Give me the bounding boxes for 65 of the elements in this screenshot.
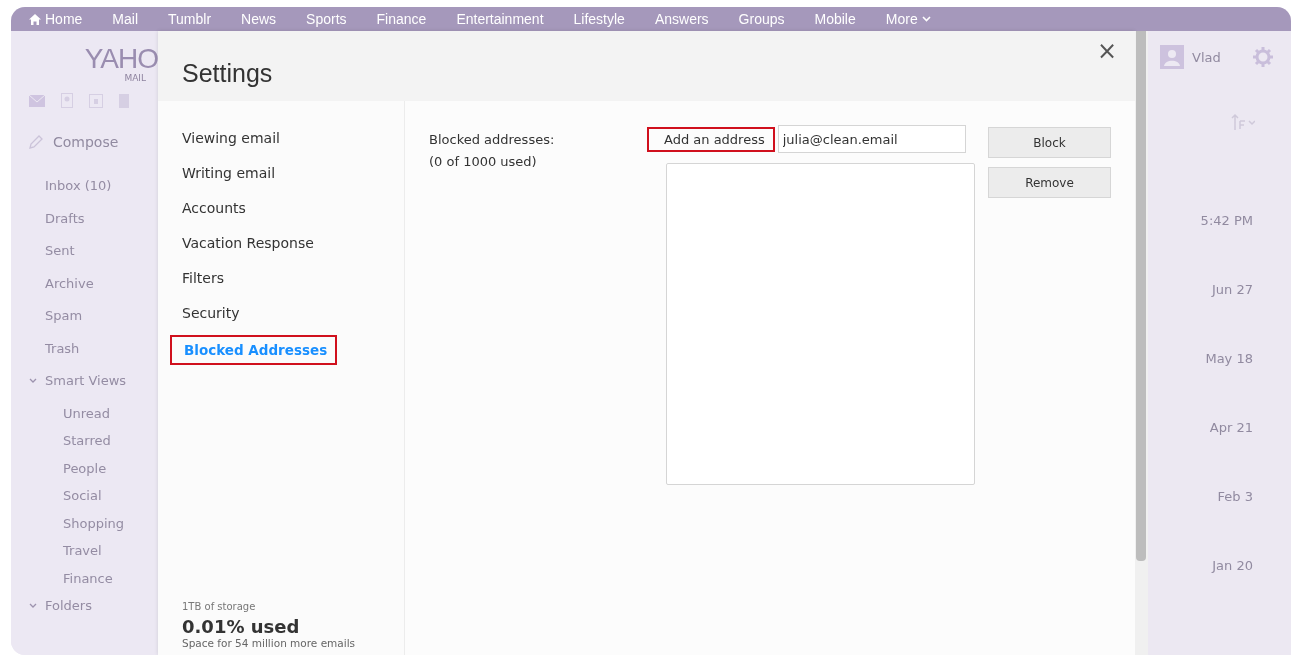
dialog-title: Settings (182, 59, 273, 88)
storage-caption: 1TB of storage (182, 601, 257, 612)
user-avatar-icon (1160, 45, 1184, 69)
folder-item[interactable]: Folders (29, 596, 158, 629)
nav-link[interactable]: News (241, 11, 277, 27)
folder-item[interactable]: Starred (29, 431, 158, 459)
nav-link[interactable]: Tumblr (168, 11, 212, 27)
storage-note: Space for 54 million more emails (182, 637, 357, 649)
settings-nav-item[interactable]: Filters (178, 265, 228, 291)
message-date: May 18 (1205, 350, 1253, 368)
settings-nav-item[interactable]: Accounts (178, 195, 250, 221)
folder-item[interactable]: Spam (29, 306, 158, 339)
folder-item[interactable]: Inbox (10) (29, 176, 158, 209)
settings-nav-item[interactable]: Writing email (178, 160, 280, 186)
message-date: Jun 27 (1212, 281, 1253, 299)
nav-link[interactable]: Mobile (814, 11, 856, 27)
nav-link[interactable]: Answers (654, 11, 709, 27)
address-input-field[interactable]: julia@clean.email (777, 125, 966, 153)
message-date: Apr 21 (1209, 419, 1253, 437)
logo-text: YAHO (84, 45, 158, 73)
add-address-label: Add an address (647, 126, 775, 152)
folder-item[interactable]: Shopping (29, 513, 158, 541)
message-date: Feb 3 (1217, 488, 1253, 506)
folder-item[interactable]: Trash (29, 338, 158, 371)
nav-link[interactable]: Lifestyle (573, 11, 625, 27)
logo-subtext: MAIL (124, 73, 146, 83)
action-button[interactable]: Remove (988, 167, 1111, 198)
folder-item[interactable]: People (29, 458, 158, 486)
envelope-icon (29, 94, 45, 107)
folder-item[interactable]: Social (29, 486, 158, 514)
message-date: Jan 20 (1212, 557, 1253, 575)
nav-link[interactable]: Mail (112, 11, 139, 27)
nav-link[interactable]: Entertainment (456, 11, 544, 27)
settings-nav-item[interactable]: Vacation Response (178, 230, 318, 256)
blocked-address-list[interactable] (666, 163, 975, 485)
folder-item[interactable]: Travel (29, 541, 158, 569)
settings-nav-item[interactable]: Viewing email (178, 125, 284, 151)
nav-link[interactable]: Groups (738, 11, 785, 27)
storage-used-text: 0.01% used (182, 616, 301, 637)
nav-link[interactable]: More (885, 11, 931, 27)
contact-card-icon (61, 93, 73, 108)
pencil-icon (29, 135, 43, 149)
message-date: 5:42 PM (1200, 212, 1253, 230)
scrollbar-thumb[interactable] (1136, 31, 1146, 561)
folder-item[interactable]: Finance (29, 568, 158, 596)
nav-link[interactable]: Sports (306, 11, 347, 27)
settings-nav-item[interactable]: Blocked Addresses (170, 335, 338, 365)
nav-link[interactable]: Finance (376, 11, 427, 27)
close-button[interactable]: × (1092, 37, 1121, 65)
notepad-icon (119, 93, 129, 108)
settings-nav-item[interactable]: Security (178, 300, 244, 326)
folder-item[interactable]: Unread (29, 403, 158, 431)
calendar-icon (89, 93, 103, 108)
blocked-addresses-label: Blocked addresses: (429, 131, 556, 149)
sort-icon (1231, 113, 1255, 131)
action-button[interactable]: Block (988, 127, 1111, 158)
settings-icon (1251, 45, 1275, 69)
folder-item[interactable]: Archive (29, 273, 158, 306)
folder-item[interactable]: Smart Views (29, 371, 158, 404)
nav-link[interactable]: Home (29, 11, 83, 27)
user-name: Vlad (1192, 49, 1222, 65)
compose-button[interactable]: Compose (29, 134, 158, 150)
folder-item[interactable]: Drafts (29, 208, 158, 241)
folder-item[interactable]: Sent (29, 241, 158, 274)
blocked-count-text: (0 of 1000 used) (429, 153, 538, 171)
